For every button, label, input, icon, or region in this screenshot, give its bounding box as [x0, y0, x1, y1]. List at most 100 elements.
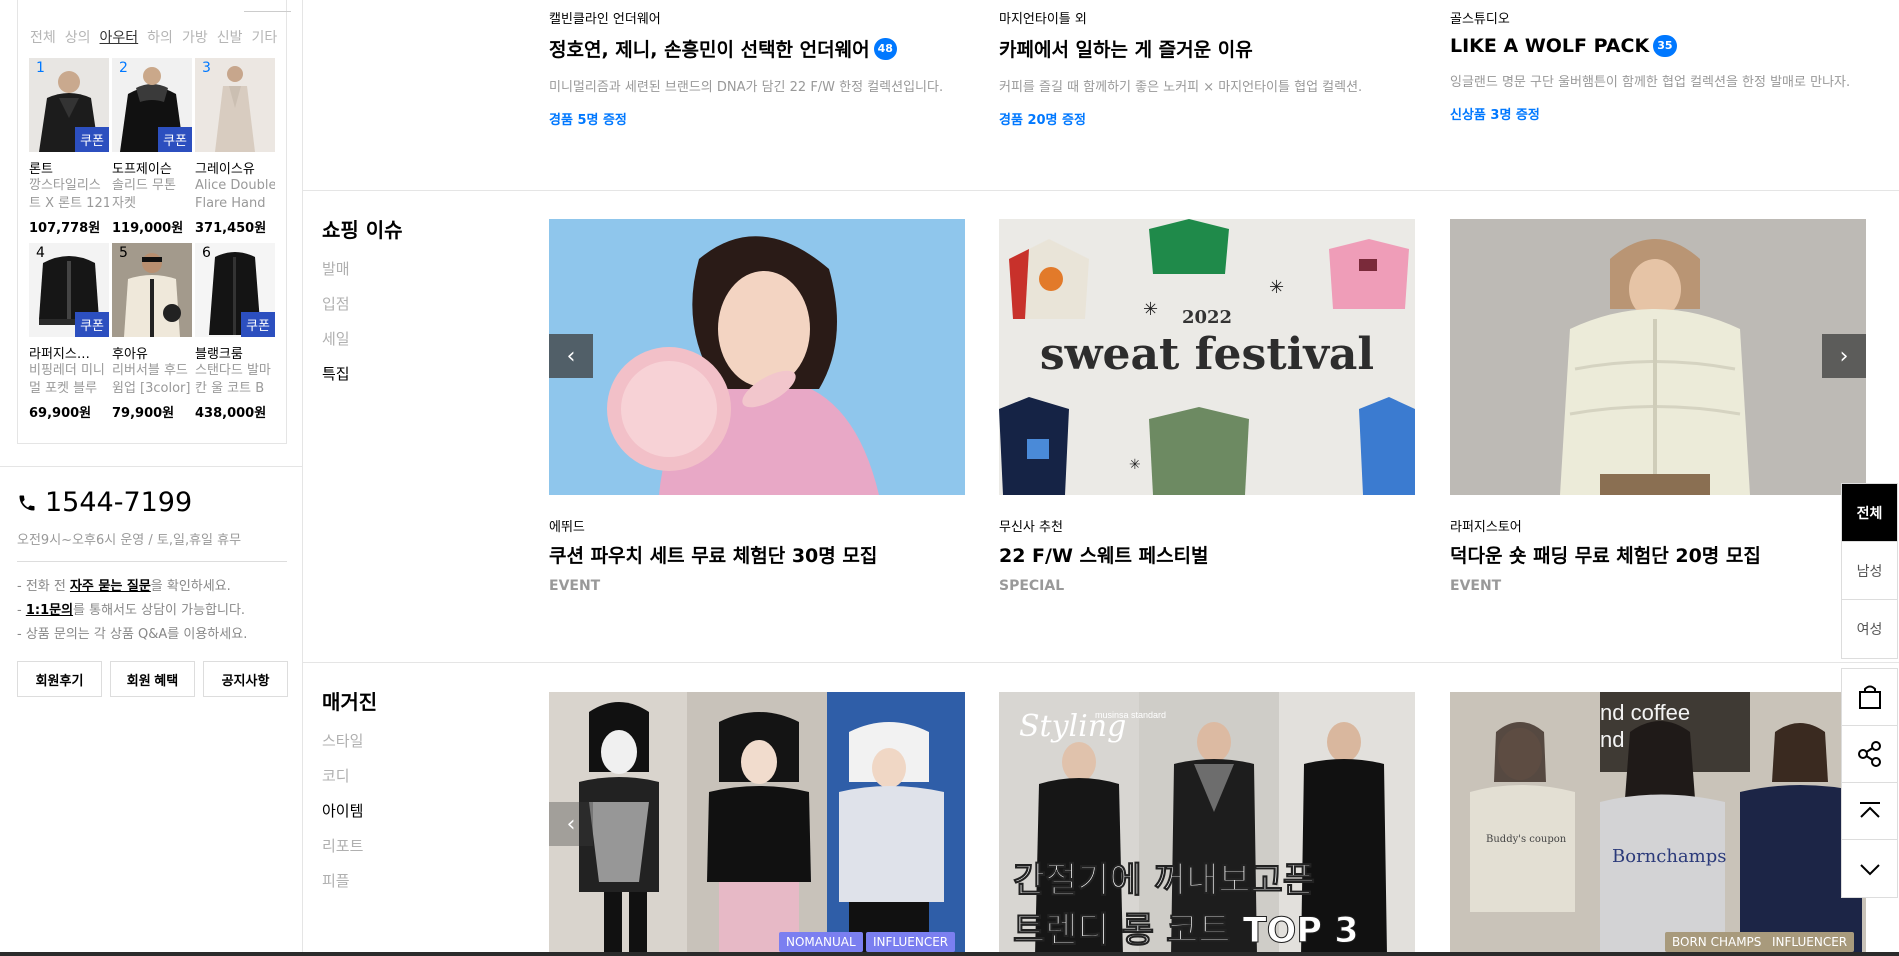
ranking-tab-etc[interactable]: 기타 [251, 27, 277, 47]
card-type: SPECIAL [999, 578, 1065, 594]
product-name-line: 트 X 론트 121 [29, 196, 109, 211]
ranking-tab-top[interactable]: 상의 [65, 27, 91, 47]
category-codi[interactable]: 코디 [322, 759, 363, 794]
phone-number[interactable]: 1544-7199 [45, 487, 192, 518]
rank-number: 6 [202, 245, 211, 261]
product-brand[interactable]: 후아유 [112, 343, 192, 362]
issue-card[interactable]: › 라퍼지스토어 덕다운 숏 패딩 무료 체험단 20명 모집 EVENT [1450, 219, 1866, 594]
product-name[interactable]: 리버서블 후드 윔업 [3color] [112, 362, 192, 398]
gender-male-button[interactable]: 남성 [1842, 542, 1897, 600]
cs-phone: 1544-7199 [17, 487, 192, 518]
product-name[interactable]: 솔리드 무톤 자켓 [112, 177, 192, 213]
ranking-tab-bottom[interactable]: 하의 [147, 27, 173, 47]
issue-card[interactable]: ‹ 에뛰드 쿠션 파우치 세트 무료 체험단 30명 모집 EVENT [549, 219, 965, 594]
category-new-store[interactable]: 입점 [322, 287, 350, 322]
category-special[interactable]: 특집 [322, 357, 350, 392]
next-arrow-icon[interactable]: › [1822, 334, 1866, 378]
card-image[interactable]: › [1450, 219, 1866, 495]
product-brand[interactable]: 블랭크룸 [195, 343, 275, 362]
product-image[interactable]: 6 쿠폰 [195, 243, 275, 337]
category-release[interactable]: 발매 [322, 252, 350, 287]
img-sweat2: Bornchamps [1612, 846, 1727, 867]
ranking-tab-shoes[interactable]: 신발 [217, 27, 243, 47]
promo-item[interactable]: 캘빈클라인 언더웨어 정호연, 제니, 손흥민이 선택한 언더웨어 48 미니멀리… [549, 0, 943, 128]
scroll-down-icon[interactable] [1842, 840, 1897, 897]
product-brand[interactable]: 도프제이슨 [112, 158, 192, 177]
issue-card[interactable]: 2022 sweat festival ✳ ✳ ✳ 무신사 추천 22 F/W 스웨… [999, 219, 1415, 594]
svg-text:✳: ✳ [1129, 457, 1141, 473]
card-image[interactable]: ‹ [549, 219, 965, 495]
promo-item[interactable]: 마지언타이틀 외 카페에서 일하는 게 즐거운 이유 커피를 즐길 때 함께하기… [999, 0, 1362, 128]
category-sale[interactable]: 세일 [322, 322, 350, 357]
note-text: 를 통해서도 상담이 가능합니다. [73, 603, 246, 618]
gender-all-button[interactable]: 전체 [1842, 484, 1897, 542]
ranking-tab-bag[interactable]: 가방 [182, 27, 208, 47]
ranking-item[interactable]: 3 그레이스유 Alice Double Flare Hand 371,450원 [195, 58, 275, 236]
prev-arrow-icon[interactable]: ‹ [549, 802, 593, 846]
ranking-tabs: 전체 상의 아우터 하의 가방 신발 기타 [30, 27, 277, 47]
product-image[interactable]: 3 [195, 58, 275, 152]
coupon-badge: 쿠폰 [158, 127, 192, 152]
coupon-badge: 쿠폰 [75, 312, 109, 337]
cs-note: - 상품 문의는 각 상품 Q&A를 이용하세요. [17, 627, 248, 642]
ranking-tab-all[interactable]: 전체 [30, 27, 56, 47]
prev-arrow-icon[interactable]: ‹ [549, 334, 593, 378]
card-title[interactable]: 쿠션 파우치 세트 무료 체험단 30명 모집 [549, 541, 965, 568]
member-benefits-button[interactable]: 회원 혜택 [110, 661, 195, 697]
gender-female-button[interactable]: 여성 [1842, 600, 1897, 658]
faq-link[interactable]: 자주 묻는 질문 [70, 579, 151, 594]
magazine-card[interactable]: ‹ NOMANUAL INFLUENCER [549, 692, 965, 956]
bag-icon[interactable] [1842, 669, 1897, 726]
product-image[interactable]: 1 쿠폰 [29, 58, 109, 152]
product-brand[interactable]: 론트 [29, 158, 109, 177]
promo-title[interactable]: 정호연, 제니, 손흥민이 선택한 언더웨어 48 [549, 35, 943, 62]
product-image[interactable]: 4 쿠폰 [29, 243, 109, 337]
rank-number: 4 [36, 245, 45, 261]
scroll-top-icon[interactable] [1842, 783, 1897, 840]
ranking-item[interactable]: 4 쿠폰 라퍼지스… 비핑레더 미니 멀 포켓 블루 69,900원 [29, 243, 109, 421]
product-price: 107,778원 [29, 221, 101, 236]
card-type: EVENT [1450, 578, 1502, 594]
share-icon[interactable] [1842, 726, 1897, 783]
magazine-card[interactable]: nd coffee nd coffe Buddy's coupon Bornch… [1450, 692, 1866, 956]
ranking-item[interactable]: 2 쿠폰 도프제이슨 솔리드 무톤 자켓 119,000원 [112, 58, 192, 236]
product-name[interactable]: 비핑레더 미니 멀 포켓 블루 [29, 362, 109, 398]
reviews-button[interactable]: 회원후기 [17, 661, 102, 697]
category-style[interactable]: 스타일 [322, 724, 363, 759]
category-report[interactable]: 리포트 [322, 829, 363, 864]
product-brand[interactable]: 그레이스유 [195, 158, 275, 177]
tag-badge: BORN CHAMPS [1665, 932, 1769, 952]
notice-button[interactable]: 공지사항 [203, 661, 288, 697]
category-people[interactable]: 피플 [322, 864, 363, 899]
category-item[interactable]: 아이템 [322, 794, 363, 829]
img-small: musinsa standard [1095, 710, 1166, 720]
card-title[interactable]: 덕다운 숏 패딩 무료 체험단 20명 모집 [1450, 541, 1866, 568]
product-image[interactable]: 5 [112, 243, 192, 337]
product-price: 79,900원 [112, 406, 175, 421]
card-image[interactable]: 2022 sweat festival ✳ ✳ ✳ [999, 219, 1415, 495]
ranking-item[interactable]: 5 후아유 리버서블 후드 윔업 [3color] 79,900원 [112, 243, 192, 421]
product-name[interactable]: Alice Double Flare Hand [195, 177, 275, 213]
count-badge: 48 [873, 37, 897, 60]
product-brand[interactable]: 라퍼지스… [29, 343, 109, 362]
img-text-main: sweat festival [1040, 329, 1374, 380]
product-name[interactable]: 깡스타일리스트 X 론트 121 [29, 177, 109, 213]
promo-item[interactable]: 골스튜디오 LIKE A WOLF PACK 35 잉글랜드 명문 구단 울버햄튼… [1450, 0, 1850, 123]
ranking-item[interactable]: 1 쿠폰 론트 깡스타일리스트 X 론트 121 107,778원 [29, 58, 109, 236]
product-name-line: Alice Double [195, 178, 275, 193]
promo-title[interactable]: LIKE A WOLF PACK 35 [1450, 35, 1850, 57]
img-line2: 트렌디 롱 코트 TOP 3 [1013, 911, 1359, 951]
promo-title[interactable]: 카페에서 일하는 게 즐거운 이유 [999, 35, 1362, 62]
svg-text:✳: ✳ [1143, 299, 1158, 320]
ranking-item[interactable]: 6 쿠폰 블랭크룸 스탠다드 발마 칸 울 코트 B 438,000원 [195, 243, 275, 421]
divider [303, 190, 1899, 191]
inquiry-link[interactable]: 1:1문의 [26, 603, 73, 618]
tag-badge: INFLUENCER [866, 932, 956, 952]
card-title[interactable]: 22 F/W 스웨트 페스티벌 [999, 541, 1415, 568]
ranking-tab-outer[interactable]: 아우터 [100, 27, 139, 47]
product-image[interactable]: 2 쿠폰 [112, 58, 192, 152]
product-name-line: 깡스타일리스 [29, 178, 101, 193]
promo-desc: 커피를 즐길 때 함께하기 좋은 노커피 × 마지언타이틀 협업 컬렉션. [999, 80, 1363, 95]
product-name[interactable]: 스탠다드 발마 칸 울 코트 B [195, 362, 275, 398]
magazine-card[interactable]: Styling musinsa standard 간절기에 꺼내보고픈 트렌디 … [999, 692, 1415, 956]
